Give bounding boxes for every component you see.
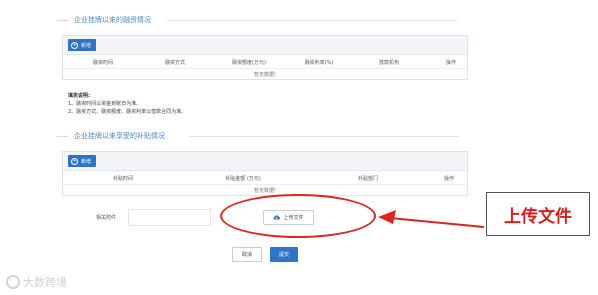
attachment-file-field[interactable] bbox=[128, 209, 211, 226]
empty-message: 暂无数据! bbox=[253, 188, 277, 194]
section-title-mark bbox=[57, 136, 68, 137]
upload-callout-box: 上传文件 bbox=[486, 192, 590, 236]
column-header: 融资额度(万元) bbox=[232, 60, 266, 66]
column-header: 操作 bbox=[443, 176, 455, 182]
column-header: 融资利率(%) bbox=[304, 60, 334, 66]
watermark-logo-icon bbox=[6, 275, 20, 289]
column-header: 补贴金额 (万元) bbox=[225, 176, 261, 182]
financing-table-header: 融资时间 融资方式 融资额度(万元) 融资利率(%) 放款机构 操作 bbox=[63, 55, 467, 69]
watermark-text: 大数跨境 bbox=[23, 276, 67, 289]
section-divider bbox=[167, 20, 457, 21]
add-button-label: 新增 bbox=[81, 42, 92, 49]
column-header: 融资方式 bbox=[164, 60, 186, 66]
section-title-text: 企业挂牌以来的融资情况 bbox=[74, 16, 151, 24]
subsidy-table: + 新增 补贴时间 补贴金额 (万元) 补贴部门 操作 暂无数据! bbox=[62, 151, 468, 196]
column-header: 补贴时间 bbox=[112, 176, 134, 182]
subsidy-table-header: 补贴时间 补贴金额 (万元) 补贴部门 操作 bbox=[63, 171, 467, 185]
financing-table: + 新增 融资时间 融资方式 融资额度(万元) 融资利率(%) 放款机构 操作 … bbox=[62, 35, 468, 80]
subsidy-toolbar: + 新增 bbox=[63, 152, 467, 171]
notes-heading: 填表说明: bbox=[68, 93, 90, 99]
upload-button-label: 上传文件 bbox=[283, 215, 304, 221]
cancel-button[interactable]: 取消 bbox=[232, 247, 262, 262]
subsidy-empty-row: 暂无数据! bbox=[63, 185, 467, 195]
column-header: 融资时间 bbox=[92, 60, 114, 66]
financing-toolbar: + 新增 bbox=[63, 36, 467, 55]
add-subsidy-button[interactable]: + 新增 bbox=[68, 155, 97, 167]
empty-message: 暂无数据! bbox=[253, 72, 277, 78]
add-button-label: 新增 bbox=[81, 158, 92, 165]
annotation-arrow bbox=[378, 210, 485, 228]
upload-file-button[interactable]: 上传文件 bbox=[263, 210, 314, 225]
notes-line: 2、融资方式、融资额度、融资利率以借款合同为准。 bbox=[68, 109, 187, 115]
financing-empty-row: 暂无数据! bbox=[63, 69, 467, 79]
watermark: 大数跨境 bbox=[6, 274, 67, 290]
cloud-upload-icon bbox=[274, 215, 281, 220]
submit-button[interactable]: 提交 bbox=[270, 247, 298, 262]
form-notes: 填表说明: 1、融资时间以资金到账日为准。 2、融资方式、融资额度、融资利率以借… bbox=[68, 92, 186, 116]
notes-line: 1、融资时间以资金到账日为准。 bbox=[68, 101, 142, 107]
section-title-mark bbox=[57, 20, 68, 21]
section-title-text: 企业挂牌以来享受的补贴情况 bbox=[74, 132, 165, 140]
attachment-label: 相关附件 bbox=[96, 215, 117, 221]
add-financing-button[interactable]: + 新增 bbox=[68, 39, 97, 51]
section-divider bbox=[189, 136, 459, 137]
plus-circle-icon: + bbox=[71, 41, 78, 49]
column-header: 放款机构 bbox=[378, 60, 400, 66]
plus-circle-icon: + bbox=[71, 157, 78, 165]
column-header: 补贴部门 bbox=[357, 176, 379, 182]
column-header: 操作 bbox=[445, 60, 457, 66]
